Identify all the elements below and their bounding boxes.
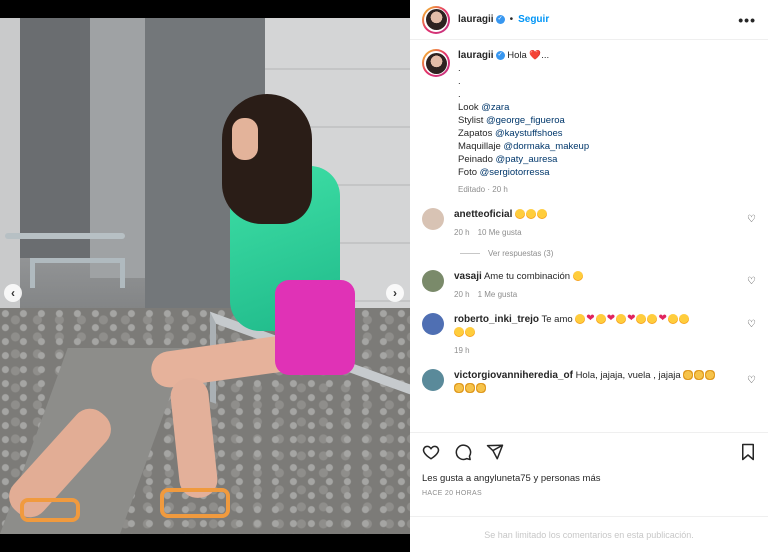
mention-link[interactable]: @sergiotorressa xyxy=(480,167,550,178)
photo-person xyxy=(160,488,230,518)
photo-panel xyxy=(90,18,145,278)
comment-item: vasaji Ame tu combinación 😍 20 h 1 Me gus… xyxy=(422,270,756,301)
verified-icon: ✓ xyxy=(495,50,505,60)
comment-text: Ame tu combinación xyxy=(483,271,571,282)
commenter-avatar[interactable] xyxy=(422,208,444,230)
follow-button[interactable]: Seguir xyxy=(518,14,549,25)
like-comment-icon[interactable]: ♡ xyxy=(747,276,756,287)
share-icon[interactable] xyxy=(486,443,504,466)
commenter-username[interactable]: anetteoficial xyxy=(454,209,512,220)
commenter-username[interactable]: roberto_inki_trejo xyxy=(454,314,539,325)
comment-icon[interactable] xyxy=(454,443,472,466)
comment-emoji: 😍 xyxy=(572,271,583,282)
photo-person xyxy=(232,118,258,160)
comment-text: Te amo xyxy=(541,314,573,325)
caption-dot: . xyxy=(458,76,461,87)
commenter-username[interactable]: victorgiovanniheredia_of xyxy=(454,370,573,381)
carousel-next-button[interactable]: › xyxy=(386,284,404,302)
photo-person xyxy=(275,280,355,375)
author-username[interactable]: lauragii xyxy=(458,14,494,25)
comment-time: 20 h xyxy=(454,228,470,237)
like-icon[interactable] xyxy=(422,443,440,466)
comment-item: roberto_inki_trejo Te amo 😍❤😍❤😍❤😍😍❤😍😍😍😍 … xyxy=(422,313,756,357)
commenter-avatar[interactable] xyxy=(422,313,444,335)
mention-link[interactable]: @george_figueroa xyxy=(486,115,565,126)
likes-summary[interactable]: Les gusta a angyluneta75 y personas más xyxy=(422,473,756,484)
like-comment-icon[interactable]: ♡ xyxy=(747,214,756,225)
comment-time: 19 h xyxy=(454,346,470,355)
post-photo[interactable]: ‹ › xyxy=(0,18,410,534)
caption-meta: Editado · 20 h xyxy=(458,185,508,194)
photo-person xyxy=(20,498,80,522)
photo-panel xyxy=(20,18,90,258)
caption-first-line: Hola ❤️... xyxy=(507,50,550,61)
view-replies[interactable]: Ver respuestas (3) xyxy=(460,249,756,258)
mention-link[interactable]: @paty_auresa xyxy=(496,154,558,165)
comments-scroll[interactable]: lauragii ✓ Hola ❤️... . . . Look @zara St… xyxy=(410,41,768,431)
mention-link[interactable]: @dormaka_makeup xyxy=(503,141,589,152)
comment-likes[interactable]: 1 Me gusta xyxy=(478,290,518,299)
bookmark-icon[interactable] xyxy=(740,443,756,466)
comment-time: 20 h xyxy=(454,290,470,299)
commenter-avatar[interactable] xyxy=(422,369,444,391)
author-avatar[interactable] xyxy=(422,5,450,34)
caption-prefix: Peinado xyxy=(458,154,496,165)
photo-person xyxy=(222,94,312,224)
comments-limited-notice: Se han limitado los comentarios en esta … xyxy=(410,516,768,552)
post-sidebar: lauragii ✓ • Seguir ••• lauragii ✓ Hola ❤… xyxy=(410,0,768,552)
photo-wall xyxy=(0,18,20,318)
post-header: lauragii ✓ • Seguir ••• xyxy=(410,0,768,40)
caption-prefix: Foto xyxy=(458,167,480,178)
comment-text: Hola, jajaja, vuela , jajaja xyxy=(575,370,681,381)
caption-prefix: Zapatos xyxy=(458,128,495,139)
commenter-username[interactable]: vasaji xyxy=(454,271,482,282)
post-actions: Les gusta a angyluneta75 y personas más … xyxy=(410,432,768,497)
like-comment-icon[interactable]: ♡ xyxy=(747,375,756,386)
mention-link[interactable]: @kaystuffshoes xyxy=(495,128,563,139)
like-comment-icon[interactable]: ♡ xyxy=(747,319,756,330)
caption-dot: . xyxy=(458,63,461,74)
comment-emojis: 😍😍😍 xyxy=(515,209,548,220)
verified-icon: ✓ xyxy=(495,15,505,24)
photo-bench xyxy=(5,233,125,239)
commenter-avatar[interactable] xyxy=(422,270,444,292)
comment-item: victorgiovanniheredia_of Hola, jajaja, v… xyxy=(422,369,756,395)
carousel-prev-button[interactable]: ‹ xyxy=(4,284,22,302)
author-avatar[interactable] xyxy=(422,49,450,77)
caption-prefix: Stylist xyxy=(458,115,486,126)
caption-prefix: Maquillaje xyxy=(458,141,504,152)
caption: lauragii ✓ Hola ❤️... . . . Look @zara St… xyxy=(422,49,756,196)
separator-dot: • xyxy=(509,14,514,25)
photo-bench xyxy=(30,258,125,288)
comment-likes[interactable]: 10 Me gusta xyxy=(478,228,522,237)
caption-dot: . xyxy=(458,89,461,100)
caption-prefix: Look xyxy=(458,102,482,113)
caption-username[interactable]: lauragii xyxy=(458,50,494,61)
more-options-icon[interactable]: ••• xyxy=(738,12,756,28)
comment-item: anetteoficial 😍😍😍 20 h 10 Me gusta ♡ xyxy=(422,208,756,239)
mention-link[interactable]: @zara xyxy=(481,102,509,113)
post-date: HACE 20 HORAS xyxy=(422,490,482,497)
